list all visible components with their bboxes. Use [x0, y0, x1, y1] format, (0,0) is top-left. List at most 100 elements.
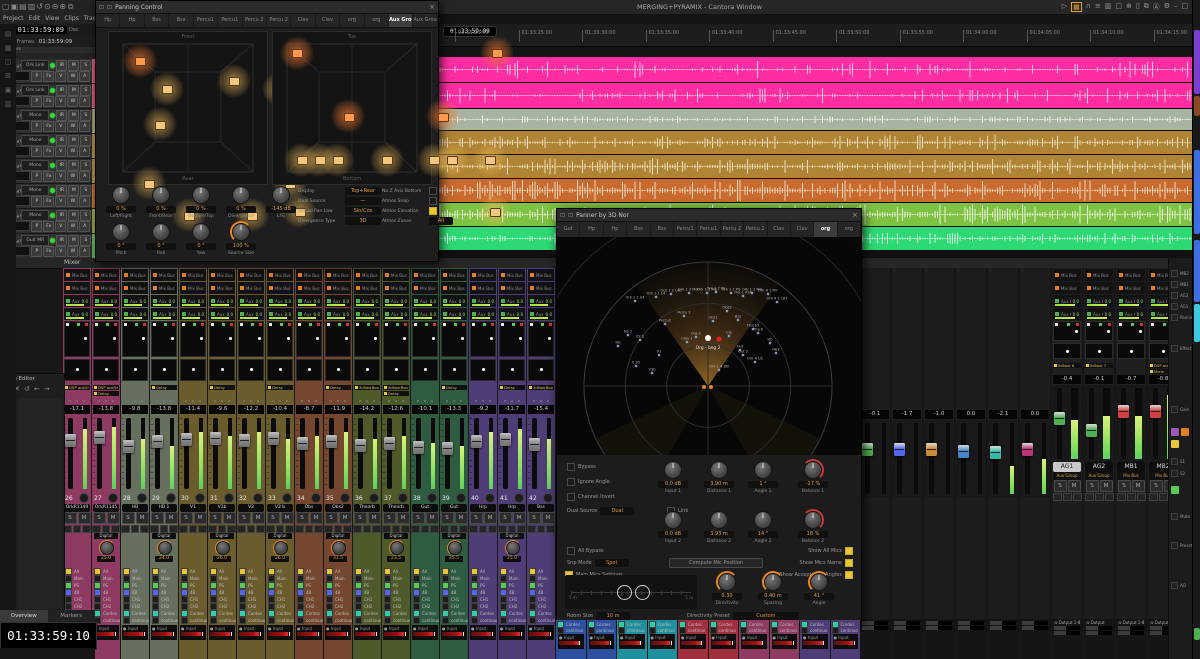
route-row[interactable]: continuo — [649, 627, 677, 633]
mute-button[interactable]: M — [426, 512, 439, 524]
route-checkbox[interactable] — [297, 568, 304, 575]
small-button[interactable] — [247, 525, 256, 533]
route-row[interactable]: PS — [239, 582, 265, 589]
send-slot[interactable]: Mix Bus — [1085, 269, 1113, 281]
route-row[interactable]: All — [471, 568, 497, 575]
route-checkbox[interactable] — [413, 568, 420, 575]
route-row[interactable]: continuo — [181, 617, 207, 624]
small-button[interactable] — [256, 525, 265, 533]
route-checkbox[interactable] — [771, 627, 778, 634]
small-button[interactable] — [382, 525, 391, 533]
mute-button[interactable]: M — [136, 512, 149, 524]
route-checkbox[interactable] — [210, 589, 217, 596]
fader-cap[interactable] — [210, 432, 221, 445]
track-fx-button[interactable]: Fx — [43, 146, 54, 157]
knob[interactable] — [810, 573, 828, 591]
record-button[interactable] — [195, 493, 205, 503]
route-checkbox[interactable] — [94, 568, 101, 575]
track-p-button[interactable]: P — [31, 196, 42, 207]
pan-box-bottom[interactable] — [470, 359, 496, 381]
route-row[interactable]: All — [123, 568, 149, 575]
route-row[interactable]: continuo — [442, 617, 468, 624]
pc-tab-12[interactable]: Aux Group — [389, 14, 413, 27]
save-icon[interactable]: ▥ — [28, 2, 36, 11]
solo-button[interactable]: S — [238, 512, 251, 524]
route-row[interactable]: CH1 — [239, 596, 265, 603]
fx-slot[interactable]: DSP out/lim — [93, 385, 119, 390]
route-checkbox[interactable] — [442, 575, 449, 582]
channel-strip[interactable]: Mix BusMix BusAux Grp0.0Aux Grp0.0-9.240… — [469, 268, 497, 659]
pan-box-top[interactable] — [1117, 321, 1145, 341]
fx-enable-led[interactable] — [94, 386, 97, 389]
fx-slot[interactable]: Delay — [267, 385, 293, 390]
small-button[interactable] — [1053, 493, 1062, 501]
trim-knob[interactable] — [216, 541, 230, 555]
send-slot[interactable]: Aux Grp0.0 — [93, 295, 119, 307]
route-row[interactable]: continuo — [94, 617, 120, 624]
send-slot[interactable]: Mix Bus — [1117, 269, 1145, 281]
knob[interactable] — [192, 223, 210, 241]
checkbox[interactable] — [429, 207, 437, 215]
track-mode[interactable]: Ork Link — [21, 60, 49, 71]
route-row[interactable]: PS — [500, 582, 526, 589]
route-row[interactable]: CH1 — [268, 596, 294, 603]
record-button[interactable] — [224, 493, 234, 503]
pan-box-bottom[interactable] — [209, 359, 235, 381]
route-checkbox[interactable] — [442, 610, 449, 617]
room-size-value[interactable]: 10 m — [596, 612, 630, 620]
window-icon[interactable]: □ — [1115, 2, 1122, 12]
small-button[interactable] — [237, 525, 246, 533]
pan-box-bottom[interactable] — [180, 359, 206, 381]
mixer-icon[interactable]: ▥ — [1105, 2, 1112, 12]
route-checkbox[interactable] — [442, 582, 449, 589]
track-v-button[interactable]: V — [55, 121, 66, 132]
route-checkbox[interactable] — [413, 575, 420, 582]
route-checkbox[interactable] — [326, 617, 333, 624]
automation-icon[interactable]: Ⓐ — [1153, 2, 1160, 12]
send-slot[interactable]: Mix Bus — [209, 282, 235, 294]
route-checkbox[interactable] — [326, 603, 333, 610]
panner-tab-12[interactable]: org — [838, 222, 861, 237]
route-row[interactable]: CH1 — [181, 596, 207, 603]
mute-button[interactable]: M — [194, 512, 207, 524]
route-row[interactable]: Cordes — [181, 610, 207, 617]
route-checkbox[interactable] — [181, 610, 188, 617]
fader-cap[interactable] — [384, 437, 395, 450]
knob[interactable] — [804, 511, 822, 529]
fx-enable-led[interactable] — [529, 386, 532, 389]
record-button[interactable] — [137, 493, 147, 503]
route-checkbox[interactable] — [384, 582, 391, 589]
route-checkbox[interactable] — [268, 575, 275, 582]
route-checkbox[interactable] — [297, 610, 304, 617]
zones-value[interactable]: All — [429, 217, 453, 225]
route-row[interactable]: Main — [384, 575, 410, 582]
fx-enable-led[interactable] — [1150, 364, 1153, 367]
solo-button[interactable]: S — [93, 512, 106, 524]
route-row[interactable]: Cordes — [326, 610, 352, 617]
send-slot[interactable]: Aux Grp0.0 — [1117, 295, 1145, 307]
send-slot[interactable]: Aux Grp0.0 — [325, 295, 351, 307]
record-button[interactable] — [514, 493, 524, 503]
route-checkbox[interactable] — [239, 575, 246, 582]
route-checkbox[interactable] — [413, 596, 420, 603]
checkbox[interactable] — [429, 197, 437, 205]
route-row[interactable]: All — [413, 568, 439, 575]
fx-slot[interactable]: Delay — [383, 391, 409, 396]
trim-knob[interactable] — [390, 541, 404, 555]
record-button[interactable] — [369, 493, 379, 503]
color-chip[interactable] — [1181, 428, 1189, 436]
send-slot[interactable]: Mix Bus — [412, 269, 438, 281]
route-row[interactable]: CH1 — [413, 596, 439, 603]
route-checkbox[interactable] — [710, 627, 717, 634]
fader-cap[interactable] — [1054, 412, 1065, 425]
fx-enable-led[interactable] — [94, 392, 97, 395]
fader-cap[interactable] — [123, 440, 134, 453]
track-v-button[interactable]: V — [55, 171, 66, 182]
track-mode[interactable]: Mono — [21, 210, 49, 221]
solo-button[interactable]: S — [1118, 480, 1131, 492]
solo-button[interactable]: S — [180, 512, 193, 524]
small-button[interactable] — [160, 525, 169, 533]
fader-track[interactable] — [929, 423, 934, 494]
small-button[interactable] — [82, 525, 91, 533]
send-slot[interactable]: Mix Bus — [180, 282, 206, 294]
